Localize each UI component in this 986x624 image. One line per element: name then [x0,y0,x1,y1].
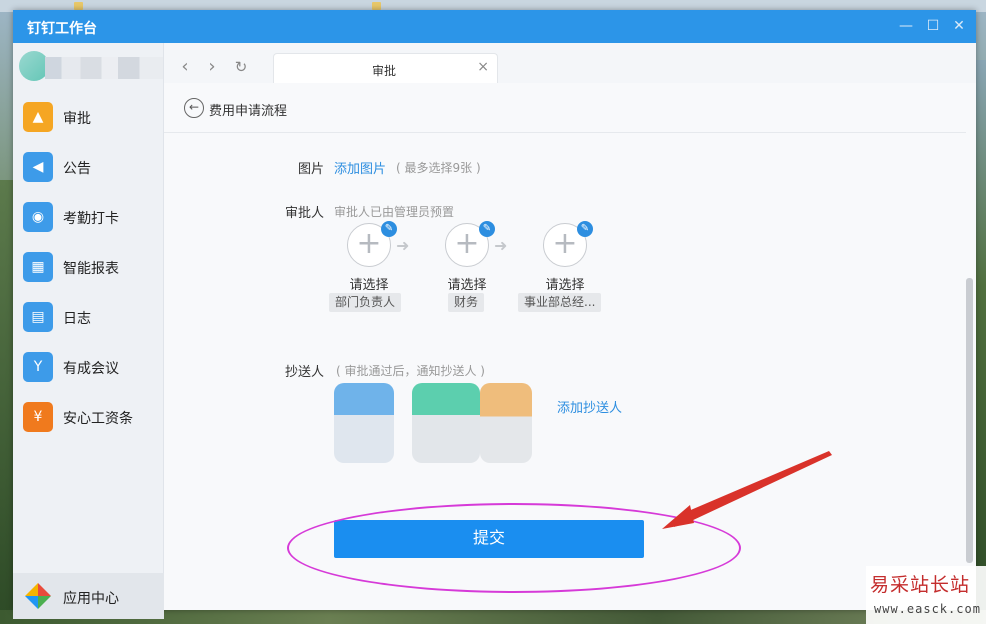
user-profile[interactable] [19,49,164,83]
sidebar-item-meeting[interactable]: Y 有成会议 [13,343,164,393]
sidebar-item-label: 智能报表 [63,261,119,277]
announcement-icon: ◀ [23,152,53,182]
watermark-cn: 易采站长站 [870,574,971,596]
arrow-right-icon: ➜ [494,236,508,255]
watermark-en: www.easck.com [874,602,981,616]
sidebar-item-approval[interactable]: ▲ 审批 [13,93,164,143]
image-hint: ( 最多选择9张 ) [396,161,481,175]
tab-close-icon[interactable]: × [477,59,489,75]
approver-role-badge: 财务 [448,293,485,312]
close-icon[interactable]: ✕ [950,17,968,35]
sidebar-item-label: 安心工资条 [63,411,133,427]
highlight-ellipse [287,503,741,593]
cc-hint: ( 审批通过后，通知抄送人 ) [336,364,485,378]
scrollbar[interactable] [966,278,973,563]
sidebar-item-attendance[interactable]: ◉ 考勤打卡 [13,193,164,243]
pencil-icon[interactable]: ✎ [479,221,495,237]
watermark-logo: 易采站长站 www.easck.com [866,566,986,624]
add-image-link[interactable]: 添加图片 [334,158,386,177]
sidebar-item-log[interactable]: ▤ 日志 [13,293,164,343]
dingtalk-workbench-window: 钉钉工作台 — ☐ ✕ ▲ 审批 ◀ 公告 ◉ 考勤打卡 ▦ 智能报表 ▤ 日志… [13,10,976,619]
cc-avatar-2[interactable] [412,383,480,463]
sidebar-item-report[interactable]: ▦ 智能报表 [13,243,164,293]
page-header: ← 费用申请流程 [164,83,966,133]
tab-label: 审批 [371,64,396,78]
user-name-blurred [45,57,163,79]
approval-icon: ▲ [23,102,53,132]
refresh-icon[interactable]: ↻ [231,56,251,78]
add-cc-link[interactable]: 添加抄送人 [557,397,622,416]
sidebar-item-app-center[interactable]: 应用中心 [13,573,164,619]
pencil-icon[interactable]: ✎ [381,221,397,237]
payslip-icon: ¥ [23,402,53,432]
sidebar-item-label: 公告 [63,161,91,177]
app-center-label: 应用中心 [63,591,119,607]
minimize-icon[interactable]: — [897,17,915,35]
back-nav-icon[interactable]: ‹ [175,56,195,78]
sidebar-item-payslip[interactable]: ¥ 安心工资条 [13,393,164,443]
cc-avatar-1[interactable] [334,383,394,463]
meeting-icon: Y [23,352,53,382]
attendance-icon: ◉ [23,202,53,232]
sidebar-item-label: 审批 [63,111,91,127]
approver-label: 审批人 [285,206,325,221]
back-arrow-icon[interactable]: ← [184,98,204,118]
image-label: 图片 [298,162,325,177]
approver-select-text: 请选择 [447,278,487,293]
maximize-icon[interactable]: ☐ [924,17,942,35]
approver-slot-3[interactable]: + ✎ 请选择 事业部总经... [518,221,616,323]
approver-role-badge: 部门负责人 [329,293,402,312]
sidebar: ▲ 审批 ◀ 公告 ◉ 考勤打卡 ▦ 智能报表 ▤ 日志 Y 有成会议 ¥ 安心… [13,43,164,619]
forward-nav-icon[interactable]: › [202,56,222,78]
arrow-right-icon: ➜ [396,236,410,255]
approver-hint: 审批人已由管理员预置 [334,205,455,219]
pencil-icon[interactable]: ✎ [577,221,593,237]
window-title: 钉钉工作台 [27,21,97,37]
report-icon: ▦ [23,252,53,282]
tab-approval[interactable]: 审批 × [273,53,498,83]
sidebar-list: ▲ 审批 ◀ 公告 ◉ 考勤打卡 ▦ 智能报表 ▤ 日志 Y 有成会议 ¥ 安心… [13,93,164,443]
title-bar[interactable]: 钉钉工作台 — ☐ ✕ [13,10,976,43]
approver-select-text: 请选择 [349,278,389,293]
sidebar-item-announcement[interactable]: ◀ 公告 [13,143,164,193]
cc-avatar-3[interactable] [480,383,532,463]
approver-role-badge: 事业部总经... [518,293,602,312]
cc-label: 抄送人 [285,365,325,380]
sidebar-item-label: 日志 [63,311,91,327]
page-title: 费用申请流程 [209,104,288,119]
approval-form: ← 费用申请流程 图片 添加图片 ( 最多选择9张 ) 审批人 审批人已由管理员… [164,83,976,610]
app-center-icon [25,583,51,609]
approver-select-text: 请选择 [545,278,585,293]
sidebar-item-label: 考勤打卡 [63,211,119,227]
sidebar-item-label: 有成会议 [63,361,119,377]
log-icon: ▤ [23,302,53,332]
